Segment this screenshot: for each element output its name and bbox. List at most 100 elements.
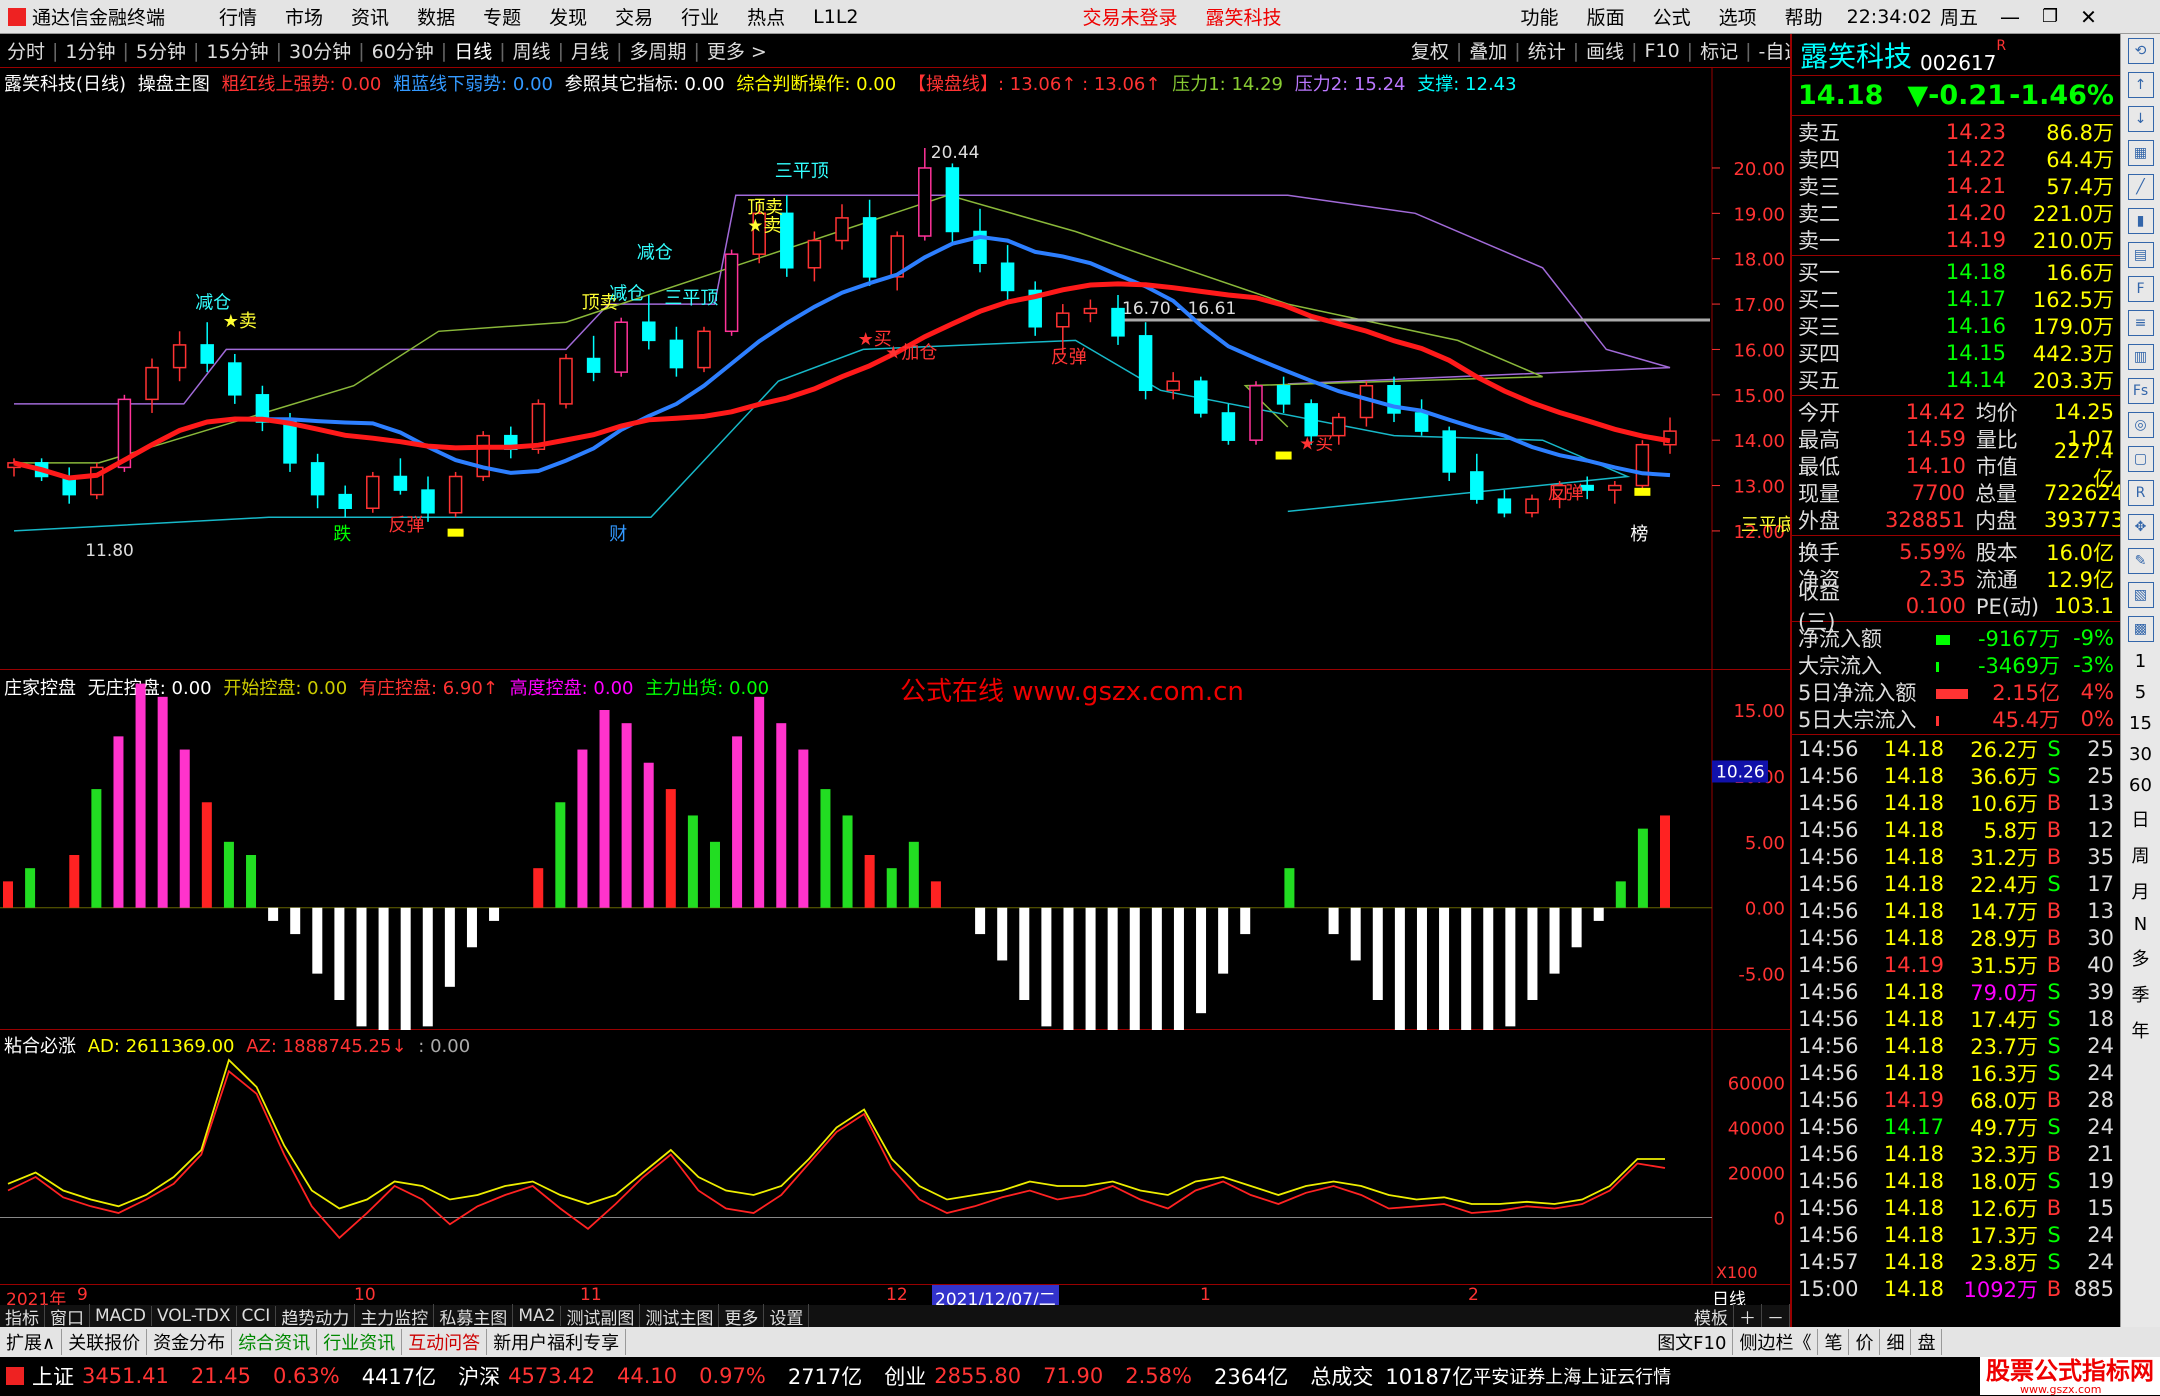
f10-icon[interactable]: F — [2127, 276, 2154, 302]
ext-f10[interactable]: 图文F10 — [1651, 1329, 1734, 1355]
tab-indicators[interactable]: 指标 — [0, 1303, 45, 1329]
rsi-icon[interactable]: R — [2127, 480, 2154, 506]
sheet-icon[interactable]: ▧ — [2127, 582, 2154, 608]
ext-tick[interactable]: 笔 — [1818, 1329, 1850, 1355]
list-icon[interactable]: ≡ — [2127, 310, 2154, 336]
tab-timeshare[interactable]: 分时 — [0, 37, 52, 64]
rb-multi[interactable]: 多 — [2132, 945, 2150, 971]
btn-restore-rights[interactable]: 复权 — [1404, 37, 1456, 64]
menu-help[interactable]: 帮助 — [1785, 3, 1823, 30]
candle-icon[interactable]: ▮ — [2127, 208, 2154, 234]
tab-more[interactable]: 更多 > — [700, 37, 774, 64]
ring-icon[interactable]: ◎ — [2127, 412, 2154, 438]
tab-macd[interactable]: MACD — [90, 1306, 152, 1326]
sh-name[interactable]: 上证 — [32, 1361, 74, 1391]
grid-icon[interactable]: ▤ — [2127, 242, 2154, 268]
add-icon[interactable]: ＋ — [1734, 1303, 1762, 1329]
menu-market[interactable]: 市场 — [285, 3, 323, 30]
menu-news[interactable]: 资讯 — [351, 3, 389, 30]
candlestick-chart[interactable]: 20.00 19.00 18.00 17.00 16.00 15.00 14.00 13.00… — [0, 68, 1790, 670]
refresh-icon[interactable]: ⟲ — [2127, 38, 2154, 64]
menu-layout[interactable]: 版面 — [1587, 3, 1625, 30]
rb-season[interactable]: 季 — [2132, 981, 2150, 1007]
rb-month[interactable]: 月 — [2132, 878, 2150, 904]
tab-30min[interactable]: 30分钟 — [282, 37, 358, 64]
indicator-panel-control[interactable]: 庄家控盘 无庄控盘: 0.00 开始控盘: 0.00 有庄控盘: 6.90↑ 高… — [0, 670, 1790, 1030]
ext-qa[interactable]: 互动问答 — [402, 1329, 488, 1355]
converge-line-chart[interactable]: 60000 40000 20000 0 X100 — [0, 1030, 1790, 1285]
rb-week[interactable]: 周 — [2132, 842, 2150, 868]
btn-stats[interactable]: 统计 — [1521, 37, 1573, 64]
ext-related[interactable]: 关联报价 — [62, 1329, 148, 1355]
tab-monitor[interactable]: 主力监控 — [355, 1303, 435, 1329]
tab-window[interactable]: 窗口 — [45, 1303, 90, 1329]
bars-icon[interactable]: ▥ — [2127, 344, 2154, 370]
ext-sidebar[interactable]: 侧边栏《 — [1733, 1329, 1819, 1355]
rb-day[interactable]: 日 — [2132, 806, 2150, 832]
menu-data[interactable]: 数据 — [417, 3, 455, 30]
menu-function[interactable]: 功能 — [1521, 3, 1559, 30]
rb-60[interactable]: 60 — [2129, 775, 2152, 796]
ext-price[interactable]: 价 — [1849, 1329, 1881, 1355]
btn-draw[interactable]: 画线 — [1579, 37, 1631, 64]
tab-trend[interactable]: 趋势动力 — [276, 1303, 356, 1329]
minimize-icon[interactable]: — — [2000, 5, 2020, 29]
btn-overlay[interactable]: 叠加 — [1462, 37, 1514, 64]
menu-l1l2[interactable]: L1L2 — [813, 6, 858, 28]
tick-list[interactable]: 14:56 14.18 26.2万 S 25 14:56 14.18 36.6万 S 25 14:5… — [1792, 735, 2120, 1302]
arrow-down-icon[interactable]: ↓ — [2127, 106, 2154, 132]
tab-private[interactable]: 私募主图 — [434, 1303, 514, 1329]
chart-icon[interactable]: ╱ — [2127, 174, 2154, 200]
tab-1min[interactable]: 1分钟 — [58, 37, 122, 64]
tab-cci[interactable]: CCI — [237, 1306, 277, 1326]
menu-formula[interactable]: 公式 — [1653, 3, 1691, 30]
tab-template[interactable]: 模板 — [1689, 1303, 1734, 1329]
ext-industry[interactable]: 行业资讯 — [317, 1329, 403, 1355]
menu-discover[interactable]: 发现 — [549, 3, 587, 30]
tab-daily[interactable]: 日线 — [447, 37, 499, 64]
ext-news[interactable]: 综合资讯 — [232, 1329, 318, 1355]
btn-f10[interactable]: F10 — [1638, 40, 1687, 62]
tab-more-ind[interactable]: 更多 — [719, 1303, 765, 1329]
rb-5[interactable]: 5 — [2135, 682, 2146, 703]
fs-icon[interactable]: Fs — [2127, 378, 2154, 404]
tab-15min[interactable]: 15分钟 — [199, 37, 275, 64]
tab-settings[interactable]: 设置 — [764, 1303, 810, 1329]
box-icon[interactable]: ▢ — [2127, 446, 2154, 472]
tab-weekly[interactable]: 周线 — [506, 37, 558, 64]
rb-30[interactable]: 30 — [2129, 744, 2152, 765]
tab-vol[interactable]: VOL-TDX — [152, 1306, 237, 1326]
tab-multi-period[interactable]: 多周期 — [622, 37, 693, 64]
rb-year[interactable]: 年 — [2132, 1017, 2150, 1043]
tab-60min[interactable]: 60分钟 — [365, 37, 441, 64]
ext-welfare[interactable]: 新用户福利专享 — [487, 1329, 627, 1355]
cy-name[interactable]: 创业 — [884, 1361, 926, 1391]
ext-funds[interactable]: 资金分布 — [147, 1329, 233, 1355]
ext-toggle[interactable]: 扩展∧ — [0, 1329, 63, 1355]
tab-ma2[interactable]: MA2 — [513, 1306, 562, 1326]
tab-monthly[interactable]: 月线 — [564, 37, 616, 64]
pen-icon[interactable]: ✎ — [2127, 548, 2154, 574]
table-icon[interactable]: ▦ — [2127, 140, 2154, 166]
arrow-up-icon[interactable]: ↑ — [2127, 72, 2154, 98]
remove-icon[interactable]: － — [1762, 1303, 1790, 1329]
control-bar-chart[interactable]: 15.0010.005.000.00-5.0010.26公式在线 www.gsz… — [0, 670, 1790, 1030]
calc-icon[interactable]: ▩ — [2127, 616, 2154, 642]
hs-name[interactable]: 沪深 — [458, 1361, 500, 1391]
tab-test-main[interactable]: 测试主图 — [640, 1303, 720, 1329]
menu-options[interactable]: 选项 — [1719, 3, 1757, 30]
ext-panel[interactable]: 盘 — [1911, 1329, 1943, 1355]
ext-detail[interactable]: 细 — [1880, 1329, 1912, 1355]
menu-quotes[interactable]: 行情 — [219, 3, 257, 30]
rb-1[interactable]: 1 — [2135, 651, 2146, 672]
tab-5min[interactable]: 5分钟 — [129, 37, 193, 64]
rb-n[interactable]: N — [2134, 914, 2147, 935]
indicator-panel-converge[interactable]: 粘合必涨 AD: 2611369.00 AZ: 1888745.25↓ : 0.… — [0, 1030, 1790, 1285]
move-icon[interactable]: ✥ — [2127, 514, 2154, 540]
menu-topics[interactable]: 专题 — [483, 3, 521, 30]
menu-hot[interactable]: 热点 — [747, 3, 785, 30]
login-status[interactable]: 交易未登录 — [1083, 3, 1178, 30]
main-chart-panel[interactable]: 露笑科技(日线) 操盘主图 粗红线上强势: 0.00 粗蓝线下弱势: 0.00 … — [0, 68, 1790, 670]
menu-trade[interactable]: 交易 — [615, 3, 653, 30]
menu-industry[interactable]: 行业 — [681, 3, 719, 30]
